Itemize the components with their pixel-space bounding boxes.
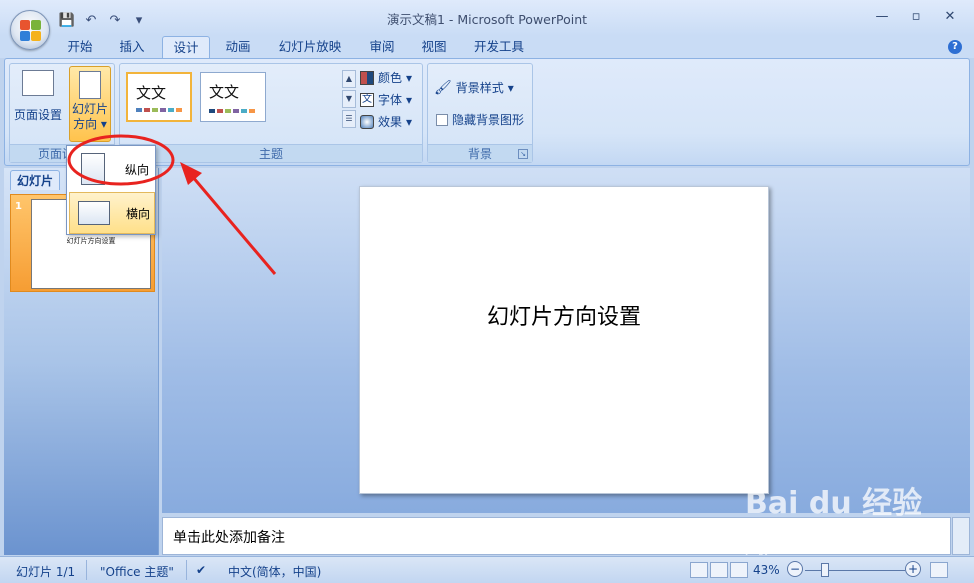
zoom-slider-thumb[interactable] [821, 563, 829, 577]
background-launcher-icon[interactable]: ↘ [518, 149, 528, 159]
notes-placeholder: 单击此处添加备注 [173, 530, 285, 546]
group-label-themes: 主题 [120, 144, 422, 162]
tab-insert[interactable]: 插入 [112, 36, 152, 58]
theme2-color-bars [209, 109, 255, 113]
orientation-dropdown: 纵向 横向 [66, 145, 156, 235]
fonts-icon: 文 [360, 93, 374, 107]
theme1-text: 文文 [136, 84, 167, 102]
notes-scrollbar[interactable] [952, 517, 970, 555]
tab-animation[interactable]: 动画 [218, 36, 258, 58]
gallery-more-icon[interactable]: ☰ [342, 110, 356, 128]
theme1-color-bars [136, 108, 182, 112]
title-bar: 💾 ↶ ↷ ▾ 演示文稿1 - Microsoft PowerPoint — ▫… [0, 0, 974, 36]
portrait-label: 纵向 [125, 162, 150, 177]
landscape-label: 横向 [126, 206, 151, 221]
landscape-icon [78, 201, 110, 225]
zoom-slider-track[interactable] [805, 570, 905, 571]
hide-background-graphics-checkbox[interactable]: 隐藏背景图形 [436, 110, 524, 130]
page-setup-icon [22, 70, 54, 96]
help-icon[interactable]: ? [948, 40, 962, 54]
thumbnail-text: 幻灯片方向设置 [66, 237, 116, 245]
theme-colors-button[interactable]: 颜色 ▾ [360, 68, 412, 88]
gallery-up-icon[interactable]: ▲ [342, 70, 356, 88]
theme-thumbnail-office[interactable]: 文文 [126, 72, 192, 122]
slideshow-view-icon[interactable] [730, 562, 748, 578]
status-language: 中文(简体，中国) [228, 565, 322, 579]
portrait-icon [81, 153, 105, 185]
group-background: 🖌 背景样式 ▾ 隐藏背景图形 背景 ↘ [427, 63, 533, 163]
theme-thumbnail-2[interactable]: 文文 [200, 72, 266, 122]
fit-to-window-icon[interactable] [930, 562, 948, 578]
tab-design[interactable]: 设计 [162, 36, 210, 58]
page-setup-button[interactable]: 页面设置 [12, 70, 64, 128]
orientation-label-line2: 方向 ▾ [73, 117, 107, 131]
theme-fonts-button[interactable]: 文 字体 ▾ [360, 90, 412, 110]
slide-orientation-button[interactable]: 幻灯片 方向 ▾ [69, 66, 111, 142]
slide-title[interactable]: 幻灯片方向设置 [360, 299, 768, 331]
status-slide-info: 幻灯片 1/1 [16, 565, 76, 579]
zoom-level[interactable]: 43% [753, 563, 780, 577]
status-bar: 幻灯片 1/1 "Office 主题" ✔ 中文(简体，中国) 43% − + [0, 556, 974, 583]
slide-sorter-view-icon[interactable] [710, 562, 728, 578]
spell-check-icon[interactable]: ✔ [196, 563, 206, 577]
zoom-in-icon[interactable]: + [905, 561, 921, 577]
landscape-option[interactable]: 横向 [69, 192, 155, 234]
effects-label: 效果 [378, 115, 403, 129]
tab-home[interactable]: 开始 [60, 36, 100, 58]
paint-bucket-icon: 🖌 [434, 80, 452, 96]
colors-icon [360, 71, 374, 85]
ribbon-tabs: 开始 插入 设计 动画 幻灯片放映 审阅 视图 开发工具 [0, 36, 974, 58]
theme-gallery-scroll: ▲ ▼ ☰ [342, 70, 356, 130]
tab-slideshow[interactable]: 幻灯片放映 [274, 36, 346, 58]
group-themes: 文文 文文 ▲ ▼ ☰ 颜色 ▾ 文 字体 ▾ 效果 ▾ 主题 [119, 63, 423, 163]
group-label-background: 背景 [428, 144, 532, 162]
status-theme: "Office 主题" [100, 565, 174, 579]
hide-graphics-label: 隐藏背景图形 [452, 113, 525, 127]
theme-effects-button[interactable]: 效果 ▾ [360, 112, 412, 132]
gallery-down-icon[interactable]: ▼ [342, 90, 356, 108]
effects-icon [360, 115, 374, 129]
orientation-label-line1: 幻灯片 [71, 102, 108, 116]
checkbox-box[interactable] [436, 114, 448, 126]
background-styles-label: 背景样式 [455, 81, 504, 95]
slide-editing-area: 幻灯片方向设置 [162, 168, 970, 513]
colors-label: 颜色 [378, 71, 403, 85]
close-icon[interactable]: ✕ [936, 6, 964, 26]
baidu-watermark-url: jingyan.baidu.com [746, 545, 839, 556]
background-styles-button[interactable]: 🖌 背景样式 ▾ [434, 78, 514, 98]
minimize-icon[interactable]: — [868, 6, 896, 26]
tab-developer[interactable]: 开发工具 [470, 36, 528, 58]
portrait-option[interactable]: 纵向 [69, 148, 155, 190]
zoom-out-icon[interactable]: − [787, 561, 803, 577]
slide-canvas[interactable]: 幻灯片方向设置 [359, 186, 769, 494]
office-logo-icon [20, 20, 42, 42]
office-button[interactable] [10, 10, 50, 50]
page-setup-label: 页面设置 [13, 108, 62, 122]
baidu-watermark-logo: Bai du 经验 [745, 486, 923, 521]
maximize-icon[interactable]: ▫ [902, 6, 930, 26]
fonts-label: 字体 [378, 93, 403, 107]
window-title: 演示文稿1 - Microsoft PowerPoint [386, 12, 588, 27]
tab-review[interactable]: 审阅 [362, 36, 402, 58]
tab-slides[interactable]: 幻灯片 [10, 170, 60, 190]
slide-number: 1 [15, 201, 22, 212]
tab-view[interactable]: 视图 [414, 36, 454, 58]
orientation-icon [79, 71, 101, 99]
normal-view-icon[interactable] [690, 562, 708, 578]
theme2-text: 文文 [209, 83, 240, 101]
